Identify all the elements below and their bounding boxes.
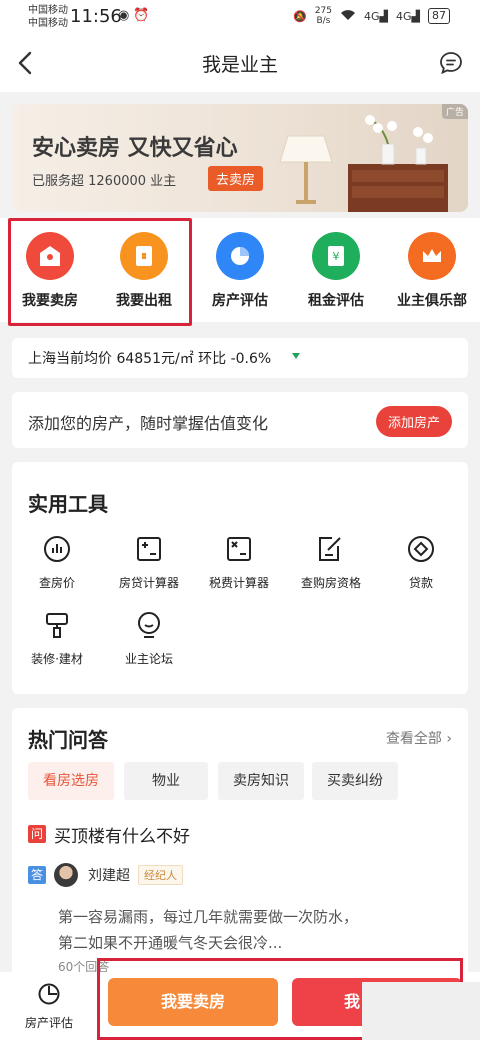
price-info[interactable]: 上海当前均价 64851元/㎡ 环比 -0.6% [12, 338, 468, 378]
tool-tax-calculator[interactable]: 税费计算器 [194, 534, 284, 591]
signal-1: 4G▟ [364, 9, 388, 23]
chip-transaction-disputes[interactable]: 买卖纠纷 [312, 762, 398, 800]
bottom-property-valuation[interactable]: 房产评估 [14, 982, 84, 1031]
net-speed: 275 B/s [314, 6, 332, 26]
down-triangle-icon [292, 353, 300, 359]
question-badge: 问 [28, 825, 46, 843]
alarm-icon: ⏰ [133, 8, 154, 23]
carrier-2: 中国移动 [28, 18, 68, 29]
status-bar: 中国移动 中国移动 11:56 ◉⏰ 🔕 275 B/s 4G▟ 4G▟ 87 [0, 0, 480, 36]
highlight-box [8, 218, 192, 326]
calculator-icon [137, 537, 161, 561]
add-house-text: 添加您的房产，随时掌握估值变化 [28, 414, 269, 433]
banner-title: 安心卖房 又快又省心 [32, 136, 238, 161]
wifi-icon [340, 9, 356, 24]
promo-banner[interactable]: 安心卖房 又快又省心 已服务超 1260000 业主 去卖房 广告 [12, 104, 468, 212]
svg-text:¥: ¥ [333, 250, 340, 263]
signal-2: 4G▟ [396, 9, 420, 23]
carrier-info: 中国移动 中国移动 [28, 4, 68, 30]
chip-selling-knowledge[interactable]: 卖房知识 [218, 762, 304, 800]
yuan-doc-icon: ¥ [312, 232, 360, 280]
status-icons-left: ◉⏰ [118, 8, 154, 23]
tools-section: 实用工具 查房价 房贷计算器 税费计算器 查购房资格 贷款 装修·建材 业主论坛 [12, 462, 468, 694]
clock: 11:56 [70, 6, 122, 27]
loan-icon [408, 536, 434, 562]
watermark-patch [362, 982, 480, 1040]
tool-check-price[interactable]: 查房价 [12, 534, 102, 591]
go-sell-button[interactable]: 去卖房 [208, 166, 264, 191]
answer-badge: 答 [28, 866, 46, 884]
question-text[interactable]: 买顶楼有什么不好 [54, 822, 190, 847]
pie-chart-icon [216, 232, 264, 280]
tool-loan[interactable]: 贷款 [376, 534, 466, 591]
clock-pie-icon [38, 983, 60, 1005]
tool-owner-forum[interactable]: 业主论坛 [104, 610, 194, 667]
banner-subtitle: 已服务超 1260000 业主 [32, 174, 177, 189]
crown-icon [408, 232, 456, 280]
view-all-link[interactable]: 查看全部 › [386, 728, 452, 748]
chip-house-selection[interactable]: 看房选房 [28, 762, 114, 800]
answerer-tag: 经纪人 [138, 865, 183, 885]
edit-doc-icon [319, 537, 341, 561]
nav-bar: 我是业主 [0, 36, 480, 92]
add-house-card: 添加您的房产，随时掌握估值变化 添加房产 [12, 392, 468, 448]
chart-circle-icon [44, 536, 70, 562]
answerer-name: 刘建超 [88, 868, 130, 884]
mute-icon: 🔕 [293, 9, 307, 23]
tool-decoration[interactable]: 装修·建材 [12, 610, 102, 667]
qa-title: 热门问答 [28, 728, 108, 752]
tools-title: 实用工具 [28, 492, 108, 516]
tool-mortgage-calculator[interactable]: 房贷计算器 [104, 534, 194, 591]
entry-property-valuation[interactable]: 房产评估 [200, 232, 280, 310]
avatar[interactable] [54, 863, 78, 887]
carrier-1: 中国移动 [28, 5, 68, 16]
forum-icon [138, 612, 160, 638]
furniture-illustration [279, 115, 448, 212]
paint-roller-icon [46, 613, 68, 638]
page-title: 我是业主 [201, 54, 278, 76]
price-text: 上海当前均价 64851元/㎡ 环比 -0.6% [28, 351, 272, 367]
tool-purchase-eligibility[interactable]: 查购房资格 [286, 534, 376, 591]
eye-icon: ◉ [118, 8, 134, 23]
chip-property-management[interactable]: 物业 [124, 762, 208, 800]
message-icon[interactable] [438, 50, 464, 76]
entry-rent-valuation[interactable]: ¥ 租金评估 [296, 232, 376, 310]
answer-text[interactable]: 第一容易漏雨，每过几年就需要做一次防水， 第二如果不开通暖气冬天会很冷... [58, 904, 438, 956]
status-icons-right: 🔕 275 B/s 4G▟ 4G▟ 87 [293, 6, 450, 26]
hot-qa-section: 热门问答 查看全部 › 看房选房 物业 卖房知识 买卖纠纷 问 买顶楼有什么不好… [12, 708, 468, 978]
entry-owner-club[interactable]: 业主俱乐部 [392, 232, 472, 310]
tax-calculator-icon [227, 537, 251, 561]
add-house-button[interactable]: 添加房产 [375, 406, 452, 437]
battery-icon: 87 [428, 8, 450, 24]
